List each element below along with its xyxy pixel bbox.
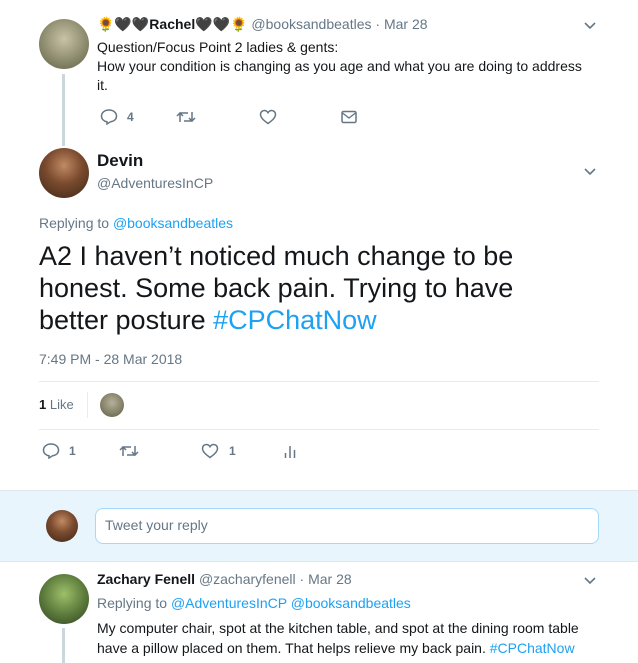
liker-avatar[interactable]	[100, 393, 124, 417]
user-handle[interactable]: @zacharyfenell	[199, 571, 296, 587]
reply-count: 4	[127, 110, 134, 124]
separator: ·	[375, 16, 381, 32]
mention-link[interactable]: @booksandbeatles	[291, 595, 411, 611]
mail-icon[interactable]	[341, 110, 357, 124]
reply-composer: Tweet your reply	[0, 490, 638, 562]
tweet-text: My computer chair, spot at the kitchen t…	[97, 620, 579, 656]
like-count: 1	[229, 444, 236, 458]
replying-to: Replying to @AdventuresInCP @booksandbea…	[97, 595, 411, 611]
chevron-down-icon[interactable]	[583, 18, 597, 32]
user-avatar[interactable]	[46, 510, 78, 542]
retweet-icon[interactable]	[176, 110, 196, 124]
user-handle[interactable]: @AdventuresInCP	[97, 175, 213, 191]
reply-input[interactable]: Tweet your reply	[95, 508, 599, 544]
tweet-header: Zachary Fenell @zacharyfenell · Mar 28	[97, 571, 352, 587]
name-emoji: 🖤🖤🌻	[195, 16, 248, 32]
tweet-date[interactable]: Mar 28	[308, 571, 352, 587]
hashtag-link[interactable]: #CPChatNow	[213, 305, 377, 335]
reply-icon[interactable]	[100, 109, 118, 125]
avatar[interactable]	[39, 19, 89, 69]
chevron-down-icon[interactable]	[583, 164, 597, 178]
reply-count: 1	[69, 444, 76, 458]
user-name[interactable]: Zachary Fenell	[97, 571, 195, 587]
reply-icon[interactable]	[42, 443, 60, 459]
tweet-date[interactable]: Mar 28	[384, 16, 428, 32]
divider	[39, 429, 599, 430]
tweet-text: A2 I haven’t noticed much change to be h…	[39, 241, 514, 335]
thread-line	[62, 74, 65, 146]
retweet-icon[interactable]	[119, 444, 139, 458]
chevron-down-icon[interactable]	[583, 573, 597, 587]
heart-icon[interactable]	[259, 109, 277, 125]
name-emoji: 🌻🖤🖤	[97, 16, 150, 32]
divider	[87, 392, 88, 418]
user-name[interactable]: Rachel	[149, 16, 195, 32]
avatar[interactable]	[39, 574, 89, 624]
reply-placeholder: Tweet your reply	[105, 517, 208, 533]
tweet-timestamp[interactable]: 7:49 PM - 28 Mar 2018	[39, 351, 182, 367]
replying-to: Replying to @booksandbeatles	[39, 215, 234, 231]
user-name[interactable]: Devin	[97, 151, 143, 171]
avatar[interactable]	[39, 148, 89, 198]
tweet-header: 🌻🖤🖤Rachel🖤🖤🌻 @booksandbeatles · Mar 28	[97, 16, 428, 33]
heart-icon[interactable]	[201, 443, 219, 459]
thread-line	[62, 628, 65, 663]
mention-link[interactable]: @booksandbeatles	[113, 215, 233, 231]
mention-link[interactable]: @AdventuresInCP	[171, 595, 287, 611]
likes-summary[interactable]: 1 Like	[39, 397, 74, 412]
user-handle[interactable]: @booksandbeatles	[251, 16, 371, 32]
analytics-icon[interactable]	[284, 444, 296, 459]
divider	[39, 381, 599, 382]
hashtag-link[interactable]: #CPChatNow	[490, 640, 575, 656]
tweet-text: Question/Focus Point 2 ladies & gents: H…	[97, 39, 582, 93]
separator: ·	[299, 571, 305, 587]
